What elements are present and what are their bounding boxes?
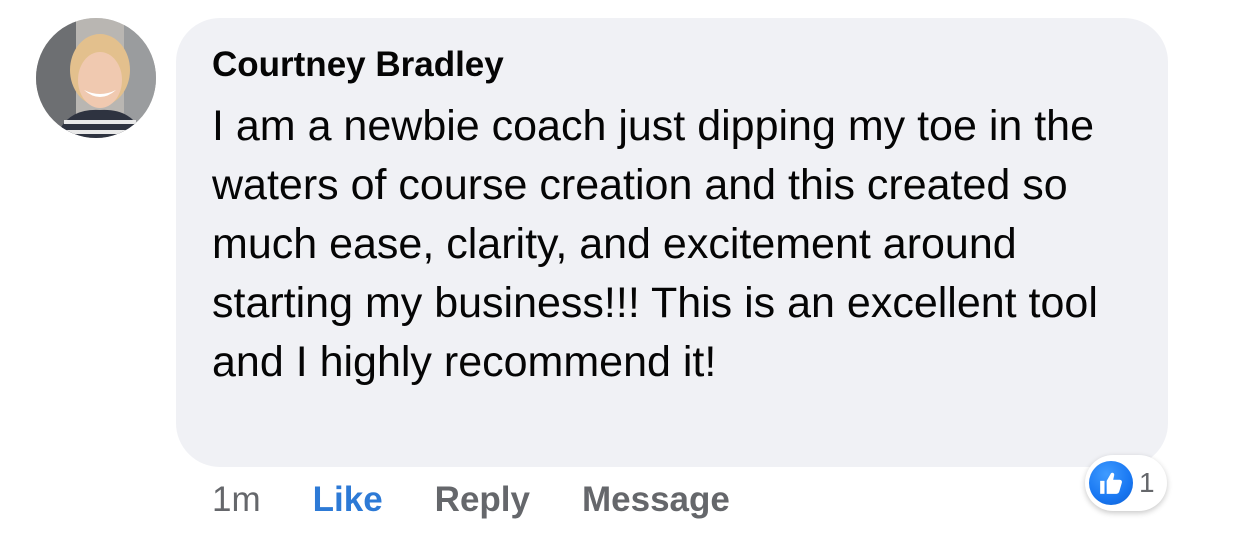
comment-author[interactable]: Courtney Bradley [212, 45, 1138, 85]
profile-photo [36, 18, 156, 138]
reaction-count: 1 [1139, 467, 1155, 498]
comment-bubble: Courtney Bradley I am a newbie coach jus… [176, 18, 1168, 467]
comment-actions: 1m Like Reply Message [212, 478, 730, 522]
message-button[interactable]: Message [582, 478, 730, 522]
like-button[interactable]: Like [313, 478, 383, 522]
comment-timestamp[interactable]: 1m [212, 478, 261, 522]
comment-text: I am a newbie coach just dipping my toe … [212, 102, 1098, 386]
avatar[interactable] [36, 18, 156, 138]
thumbs-up-icon [1089, 461, 1133, 505]
reactions-summary[interactable]: 1 [1085, 455, 1167, 511]
reply-button[interactable]: Reply [435, 478, 530, 522]
